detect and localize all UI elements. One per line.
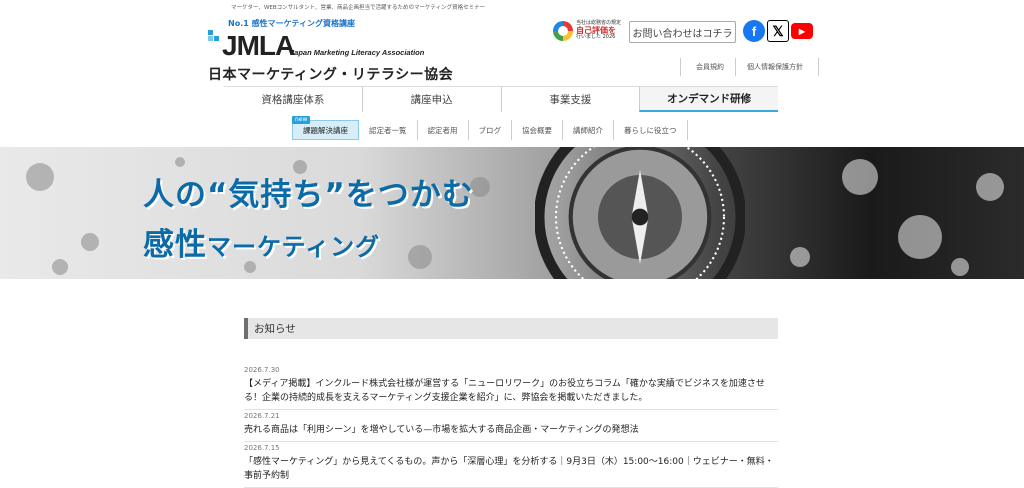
nav-course-application[interactable]: 講座申込 (361, 87, 501, 112)
hero-headline-1: 人の“気持ち”をつかむ (143, 177, 474, 213)
news-title[interactable]: 「感性マーケティング」から見えてくるもの。声から「深層心理」を分析する｜9月3日… (244, 455, 778, 483)
subnav-divider (680, 58, 681, 76)
news-date: 2026.7.30 (244, 366, 280, 374)
new-badge: new (292, 116, 311, 124)
link-privacy-policy[interactable]: 個人情報保護方針 (747, 62, 803, 72)
cat-blog[interactable]: ブログ (469, 120, 512, 140)
hero-banner: 人の“気持ち”をつかむ 感性マーケティング (0, 147, 1024, 279)
news-item[interactable]: 2026.7.30 【メディア掲載】インクルード株式会社様が運営する「ニューロリ… (244, 364, 778, 410)
link-member-terms[interactable]: 会員規約 (696, 62, 724, 72)
nav-course-system[interactable]: 資格講座体系 (224, 87, 362, 112)
cat-certified-list[interactable]: 認定者一覧 (359, 120, 418, 140)
subnav-divider (735, 58, 736, 76)
news-title[interactable]: 【メディア掲載】インクルード株式会社様が運営する「ニューロリワーク」のお役立ちコ… (244, 377, 778, 405)
cat-about-association[interactable]: 協会概要 (512, 120, 563, 140)
facebook-icon[interactable]: f (743, 20, 765, 42)
nav-on-demand-training[interactable]: オンデマンド研修 (639, 87, 778, 112)
sdgs-wheel-icon (553, 21, 573, 41)
news-date: 2026.7.21 (244, 412, 280, 420)
cat-for-certified[interactable]: 認定者用 (418, 120, 469, 140)
logo-no1-text: No.1 感性マーケティング資格講座 (228, 19, 355, 28)
logo-squares-icon (208, 30, 222, 44)
cat-useful-for-life[interactable]: 暮らしに役立つ (614, 120, 688, 140)
logo-abbr: JMLA (222, 30, 295, 61)
cat-instructors[interactable]: 講師紹介 (563, 120, 614, 140)
main-navigation: 資格講座体系 講座申込 事業支援 オンデマンド研修 (224, 86, 778, 112)
logo-japanese: 日本マーケティング・リテラシー協会 (208, 67, 454, 83)
notices-heading: お知らせ (244, 318, 778, 339)
self-eval-small2: 行いました 2026 (576, 34, 616, 41)
news-title[interactable]: 売れる商品は「利用シーン」を増やしている—市場を拡大する商品企画・マーケティング… (244, 423, 778, 437)
hero-headline-2: 感性マーケティング (143, 219, 380, 264)
self-evaluation-banner[interactable]: 当社は総務省の規定 自己評価を 行いました 2026 (553, 19, 625, 43)
contact-button[interactable]: お問い合わせはコチラ (629, 21, 736, 43)
category-navigation: 課題解決講座 認定者一覧 認定者用 ブログ 協会概要 講師紹介 暮らしに役立つ (292, 120, 688, 140)
compass-illustration (535, 147, 745, 279)
site-tagline: マーケター、WEBコンサルタント、営業、商品企画担当で活躍するためのマーケティン… (231, 5, 486, 11)
news-date: 2026.7.15 (244, 444, 280, 452)
subnav-divider (818, 58, 819, 76)
site-logo[interactable]: No.1 感性マーケティング資格講座 JMLA Japan Marketing … (208, 18, 453, 83)
news-item[interactable]: 2026.7.21 売れる商品は「利用シーン」を増やしている—市場を拡大する商品… (244, 410, 778, 442)
hero-headline-2-small: マーケティング (207, 233, 381, 261)
x-twitter-icon[interactable]: 𝕏 (767, 20, 789, 42)
youtube-icon[interactable]: ▶ (791, 23, 813, 39)
logo-english: Japan Marketing Literacy Association (290, 48, 425, 57)
news-item[interactable]: 2026.7.15 「感性マーケティング」から見えてくるもの。声から「深層心理」… (244, 442, 778, 488)
news-list: 2026.7.30 【メディア掲載】インクルード株式会社様が運営する「ニューロリ… (244, 364, 778, 488)
nav-business-support[interactable]: 事業支援 (500, 87, 640, 112)
hero-headline-2-big: 感性 (143, 227, 207, 263)
